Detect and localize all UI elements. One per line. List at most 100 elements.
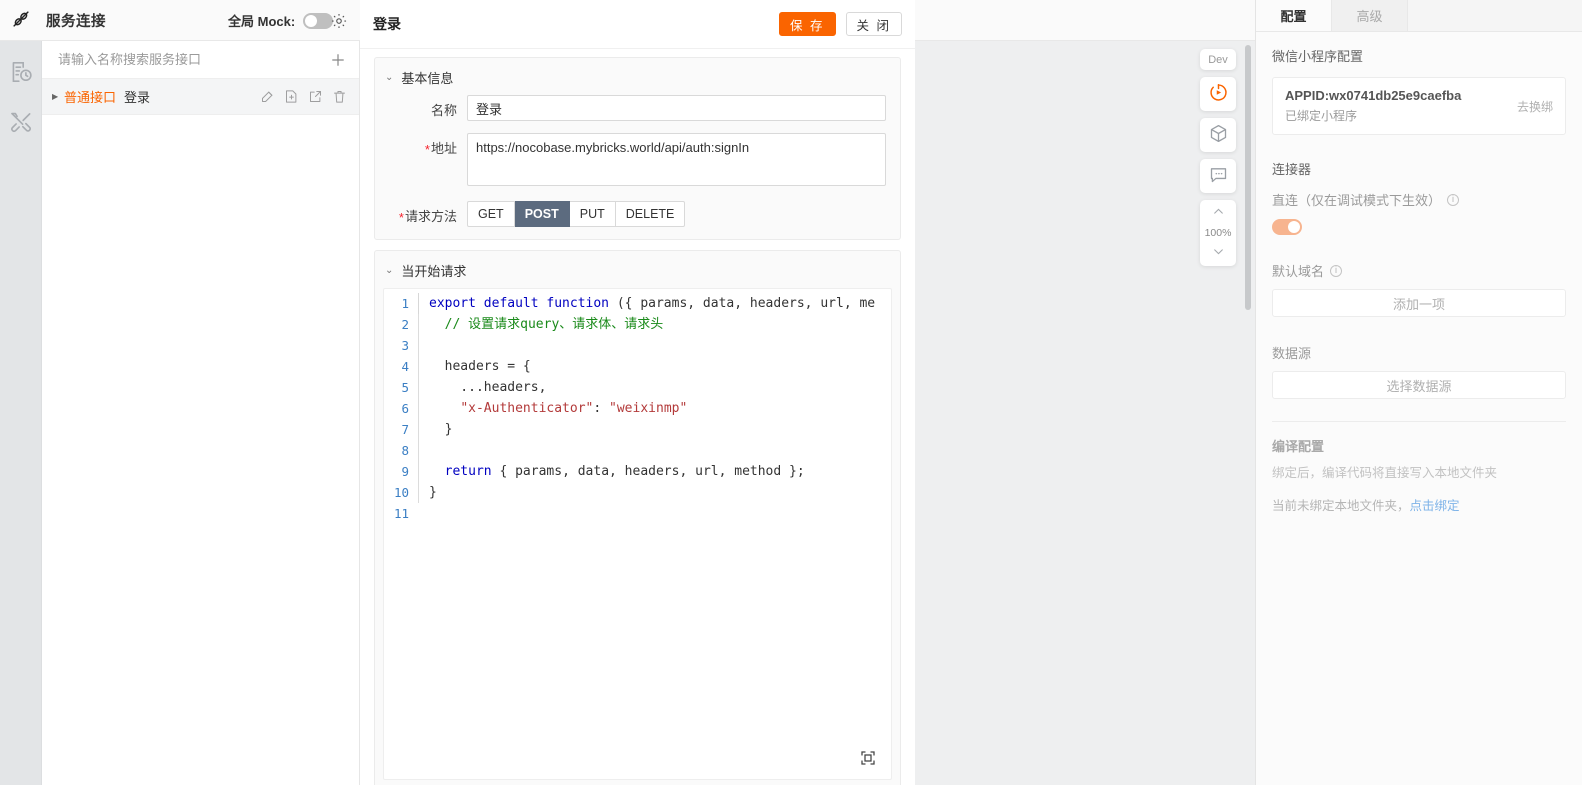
zoom-level-label: 100% (1204, 227, 1232, 239)
direct-connect-label: 直连（仅在调试模式下生效） (1272, 193, 1442, 208)
code-line: 7 } (384, 419, 891, 440)
line-number: 9 (401, 464, 409, 479)
basic-info-header[interactable]: ⌄ 基本信息 (375, 58, 900, 95)
name-label: 名称 (430, 103, 457, 118)
line-content: headers = { (418, 356, 531, 377)
url-label: 地址 (375, 133, 467, 157)
rebind-link[interactable]: 去换绑 (1517, 98, 1553, 115)
appid-value: APPID:wx0741db25e9caefba (1285, 88, 1462, 103)
datasource-label: 数据源 (1272, 346, 1312, 361)
select-datasource-button[interactable]: 选择数据源 (1272, 371, 1566, 399)
open-external-icon[interactable] (308, 89, 323, 104)
link-chain-icon (10, 8, 32, 33)
code-line: 3 (384, 335, 891, 356)
search-input[interactable] (56, 51, 329, 68)
wechat-section-title: 微信小程序配置 (1272, 49, 1364, 64)
settings-gear-button[interactable] (330, 12, 348, 30)
close-button[interactable]: 关 闭 (845, 12, 902, 36)
add-service-button[interactable] (329, 51, 347, 69)
edit-icon[interactable] (260, 89, 275, 104)
method-option-get[interactable]: GET (467, 201, 515, 227)
on-request-header[interactable]: ⌄ 当开始请求 (375, 251, 900, 288)
dev-badge[interactable]: Dev (1200, 49, 1236, 70)
play-circle-icon (1208, 82, 1229, 106)
run-button[interactable] (1200, 77, 1236, 111)
duplicate-icon[interactable] (284, 89, 299, 104)
direct-connect-toggle[interactable] (1272, 219, 1302, 235)
panel-divider (1272, 421, 1566, 422)
app-logo[interactable] (0, 0, 42, 41)
on-request-section: ⌄ 当开始请求 1 export default function ({ para… (374, 250, 901, 785)
url-textarea[interactable]: https://nocobase.mybricks.world/api/auth… (467, 133, 886, 186)
code-line: 8 (384, 440, 891, 461)
tools-icon (8, 112, 34, 138)
code-line: 6 "x-Authenticator": "weixinmp" (384, 398, 891, 419)
editor-title: 登录 (373, 16, 401, 32)
tab-advanced[interactable]: 高级 (1332, 0, 1408, 31)
editor-body: ⌄ 基本信息 名称 地址 https://nocobase.mybricks.w… (360, 49, 915, 785)
page-title: 服务连接 (46, 13, 106, 30)
method-option-post[interactable]: POST (514, 201, 570, 227)
service-list-panel: ▶ 普通接口 登录 (42, 41, 360, 785)
connector-title: 连接器 (1272, 162, 1312, 177)
line-content: // 设置请求query、请求体、请求头 (418, 314, 663, 335)
info-icon[interactable]: i (1447, 193, 1460, 206)
compile-note-text: 当前未绑定本地文件夹， (1272, 499, 1410, 513)
method-option-put[interactable]: PUT (569, 201, 616, 227)
bind-folder-link[interactable]: 点击绑定 (1410, 499, 1460, 513)
compile-bind-note: 当前未绑定本地文件夹，点击绑定 (1272, 495, 1566, 514)
basic-info-section: ⌄ 基本信息 名称 地址 https://nocobase.mybricks.w… (374, 57, 901, 240)
code-line: 2 // 设置请求query、请求体、请求头 (384, 314, 891, 335)
delete-icon[interactable] (332, 89, 347, 104)
info-icon[interactable]: i (1330, 264, 1343, 277)
comment-button[interactable] (1200, 159, 1236, 193)
line-number: 2 (401, 317, 409, 332)
code-line: 11 (384, 503, 891, 524)
sidebar-item-tools[interactable] (8, 109, 34, 135)
chevron-up-icon (1212, 205, 1225, 221)
method-label: 请求方法 (375, 201, 467, 225)
save-button[interactable]: 保 存 (779, 12, 836, 36)
zoom-control: 100% (1200, 200, 1236, 266)
zoom-in-button[interactable] (1200, 203, 1236, 223)
name-field-row: 名称 (375, 95, 900, 133)
code-editor[interactable]: 1 export default function ({ params, data… (383, 288, 892, 780)
fullscreen-icon[interactable] (859, 749, 877, 767)
line-number: 1 (401, 296, 409, 311)
service-name-label: 登录 (124, 90, 151, 105)
url-field-row: 地址 https://nocobase.mybricks.world/api/a… (375, 133, 900, 201)
datasource-label-row: 数据源 (1272, 343, 1566, 362)
line-number: 8 (401, 443, 409, 458)
compile-config-title: 编译配置 (1272, 439, 1325, 454)
expand-caret-icon[interactable]: ▶ (52, 92, 64, 101)
document-clock-icon (8, 61, 34, 88)
line-number: 11 (393, 506, 409, 521)
config-panel: 配置 高级 微信小程序配置 APPID:wx0741db25e9caefba 已… (1255, 0, 1582, 785)
basic-info-title: 基本信息 (401, 71, 454, 86)
list-item[interactable]: ▶ 普通接口 登录 (42, 79, 359, 115)
service-type-label: 普通接口 (64, 90, 117, 105)
line-number: 4 (401, 359, 409, 374)
chevron-down-icon: ⌄ (385, 265, 394, 276)
code-content[interactable]: 1 export default function ({ params, data… (384, 289, 891, 524)
components-button[interactable] (1200, 118, 1236, 152)
name-input[interactable] (467, 95, 886, 121)
method-option-delete[interactable]: DELETE (615, 201, 686, 227)
sidebar-item-history[interactable] (8, 59, 34, 85)
config-tabs: 配置 高级 (1256, 0, 1582, 32)
editor-header: 登录 保 存 关 闭 (360, 0, 915, 49)
add-item-button[interactable]: 添加一项 (1272, 289, 1566, 317)
code-line: 1 export default function ({ params, data… (384, 293, 891, 314)
code-line: 4 headers = { (384, 356, 891, 377)
zoom-out-button[interactable] (1200, 243, 1236, 263)
on-request-title: 当开始请求 (401, 264, 467, 279)
tab-config[interactable]: 配置 (1256, 0, 1332, 31)
global-mock-toggle[interactable] (303, 12, 334, 29)
line-number: 10 (393, 485, 409, 500)
line-number: 6 (401, 401, 409, 416)
canvas-scrollbar[interactable] (1245, 45, 1251, 310)
service-row-actions (260, 89, 347, 104)
code-line: 5 ...headers, (384, 377, 891, 398)
code-line: 10} (384, 482, 891, 503)
appid-info: APPID:wx0741db25e9caefba 已绑定小程序 (1285, 88, 1517, 124)
